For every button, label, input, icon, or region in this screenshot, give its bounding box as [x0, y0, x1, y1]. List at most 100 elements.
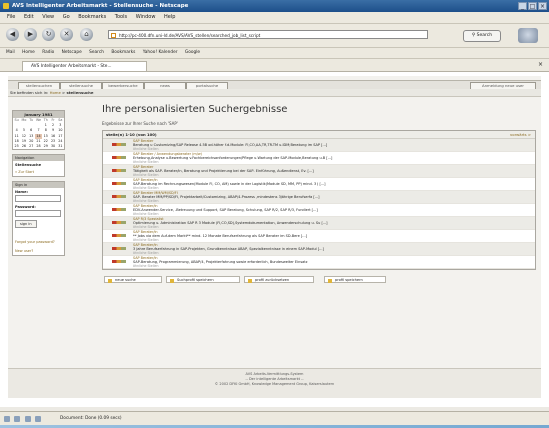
password-input[interactable]	[15, 210, 61, 218]
calendar-day[interactable]: 26	[20, 144, 27, 149]
result-description: Beratung u Customizing/SAP Release 4.5B …	[133, 143, 328, 147]
status-icons	[4, 415, 44, 428]
result-row[interactable]: SAP R/3 Spezialist Optimierung u. Adminis…	[103, 217, 535, 230]
bookmark-netscape[interactable]: Netscape	[62, 48, 82, 58]
home-icon[interactable]: ⌂	[80, 28, 93, 41]
close-tab-icon[interactable]: ×	[538, 61, 543, 68]
netscape-throbber-icon[interactable]	[518, 28, 538, 43]
search-button[interactable]: ⚲ Search	[463, 30, 501, 42]
menu-tools[interactable]: Tools	[115, 12, 127, 23]
menu-window[interactable]: Window	[136, 12, 156, 23]
bookmarks-toolbar: Mail Home Radio Netscape Search Bookmark…	[0, 48, 549, 59]
result-description: Tätigkeit als SAP- Berater/in, Beratung …	[133, 169, 314, 173]
stop-icon[interactable]: ✕	[60, 28, 73, 41]
save-profile-button[interactable]: profil speichern	[324, 276, 386, 283]
new-search-button[interactable]: neue suche	[104, 276, 162, 283]
similar-jobs-link[interactable]: ähnliche Stellen	[133, 160, 159, 164]
arrow-icon	[170, 278, 174, 283]
menu-view[interactable]: View	[42, 12, 54, 23]
menu-go[interactable]: Go	[63, 12, 70, 23]
menu-help[interactable]: Help	[164, 12, 175, 23]
minimize-button[interactable]: _	[518, 2, 527, 10]
similar-jobs-link[interactable]: ähnliche Stellen	[133, 147, 159, 151]
nav-stellensuche[interactable]: Stellensuche	[15, 163, 62, 167]
name-label: Name:	[15, 190, 29, 195]
bookmark-google[interactable]: Google	[185, 48, 200, 58]
calendar-day[interactable]: 29	[42, 144, 49, 149]
page-footer: AVS Arbeits-Vermittlungs-System -- Der i…	[8, 368, 541, 398]
calendar-day[interactable]: 30	[49, 144, 56, 149]
calendar-day[interactable]: 28	[35, 144, 42, 149]
forgot-password-link[interactable]: Forgot your password?	[15, 240, 62, 244]
bookmark-radio[interactable]: Radio	[42, 48, 54, 58]
relevance-bar-icon	[112, 221, 126, 224]
result-description: Erhebung,Analyse u.Bewertung v.Fachberei…	[133, 156, 333, 160]
bookmark-mail[interactable]: Mail	[6, 48, 15, 58]
result-row[interactable]: SAP Berater Tätigkeit als SAP- Berater/in…	[103, 165, 535, 178]
browser-tab[interactable]: AVS Intelligenter Arbeitsmarkt - Ste...	[22, 61, 147, 71]
similar-jobs-link[interactable]: ähnliche Stellen	[133, 186, 159, 190]
calendar-day[interactable]: 27	[28, 144, 35, 149]
result-description: EDV-Anwender-Service, -Betreuung und Sup…	[133, 208, 318, 212]
similar-jobs-link[interactable]: ähnliche Stellen	[133, 173, 159, 177]
back-icon[interactable]: ◀	[6, 28, 19, 41]
name-input[interactable]	[15, 195, 61, 203]
results-panel: stelle(n) 1-10 (von 100) vorwärts > SAP …	[102, 130, 536, 270]
menu-edit[interactable]: Edit	[24, 12, 34, 23]
relevance-bar-icon	[112, 234, 126, 237]
results-list: SAP Berater Beratung u Customizing/SAP Re…	[103, 139, 535, 269]
relevance-bar-icon	[112, 247, 126, 250]
similar-jobs-link[interactable]: ähnliche Stellen	[133, 238, 159, 242]
bookmark-search[interactable]: Search	[89, 48, 104, 58]
menu-file[interactable]: File	[7, 12, 15, 23]
menu-bar: File Edit View Go Bookmarks Tools Window…	[0, 12, 549, 24]
relevance-bar-icon	[112, 260, 126, 263]
sign-in-button[interactable]: sign in	[15, 220, 37, 229]
forward-icon[interactable]: ▶	[24, 28, 37, 41]
composer-status-icon[interactable]	[14, 416, 21, 422]
calendar-title: January 1981	[13, 111, 64, 118]
maximize-button[interactable]: □	[528, 2, 537, 10]
url-field[interactable]: http://pc-400.dfn.uni-ld.de/AVS/AVS_stel…	[108, 30, 428, 39]
reload-icon[interactable]: ↻	[42, 28, 55, 41]
result-row[interactable]: SAP Berater/in ** Jobs via dem Auf-dem Ma…	[103, 230, 535, 243]
similar-jobs-link[interactable]: ähnliche Stellen	[133, 212, 159, 216]
results-header: stelle(n) 1-10 (von 100) vorwärts >	[103, 131, 535, 139]
navigation-toolbar: ◀ ▶ ↻ ✕ ⌂ http://pc-400.dfn.uni-ld.de/AV…	[0, 24, 549, 48]
footer-line-3: © 2002 DFKI GmbH, Knowledge Management G…	[214, 382, 335, 386]
result-row[interactable]: SAP Berater/in EDV-Anwender-Service, -Bet…	[103, 204, 535, 217]
breadcrumb: Sie befinden sich in: Home > stellensuch…	[8, 89, 541, 97]
edit-profile-button[interactable]: Suchprofil speichern	[166, 276, 240, 283]
result-description: SAP- Berater MM/PP/SD/FI, Projektarbeit/…	[133, 195, 320, 199]
page-viewport: stellensuchen stellensuche bewerbersuche…	[0, 72, 549, 407]
nav-back-link[interactable]: « Zur Start	[15, 170, 62, 174]
result-row[interactable]: SAP Berater Beratung u Customizing/SAP Re…	[103, 139, 535, 152]
similar-jobs-link[interactable]: ähnliche Stellen	[133, 251, 159, 255]
calendar-day[interactable]: 31	[57, 144, 64, 149]
bookmark-home[interactable]: Home	[22, 48, 35, 58]
result-row[interactable]: SAP Berater MM/WM/SD/FI SAP- Berater MM/P…	[103, 191, 535, 204]
result-description: SAP-Beratung im Rechnungswesen(Module FI…	[133, 182, 326, 186]
bookmark-yahoo-kalender[interactable]: Yahoo! Kalender	[143, 48, 178, 58]
breadcrumb-home[interactable]: Home	[50, 90, 61, 95]
reset-profile-button[interactable]: profil zurücksetzen	[244, 276, 314, 283]
calendar-day[interactable]: 25	[13, 144, 20, 149]
menu-bookmarks[interactable]: Bookmarks	[78, 12, 106, 23]
address-status-icon[interactable]	[35, 416, 42, 422]
main-content: Ihre personalisierten Suchergebnisse Erg…	[102, 104, 536, 284]
mail-status-icon[interactable]	[4, 416, 10, 422]
result-row[interactable]: SAP Berater/in 3 Jahre Berufserfahrung in…	[103, 243, 535, 256]
similar-jobs-link[interactable]: ähnliche Stellen	[133, 264, 159, 268]
bookmark-bookmarks[interactable]: Bookmarks	[111, 48, 135, 58]
close-button[interactable]: ×	[538, 2, 547, 10]
chat-status-icon[interactable]	[24, 416, 31, 422]
result-row[interactable]: SAP Berater/in SAP-Beratung, Programmieru…	[103, 256, 535, 269]
result-row[interactable]: SAP Berater / Anwendungsberater (m/w) Erh…	[103, 152, 535, 165]
new-user-link[interactable]: New user?	[15, 249, 62, 253]
similar-jobs-link[interactable]: ähnliche Stellen	[133, 225, 159, 229]
similar-jobs-link[interactable]: ähnliche Stellen	[133, 199, 159, 203]
browser-window: AVS Intelligenter Arbeitsmarkt - Stellen…	[0, 0, 549, 425]
result-row[interactable]: SAP Berater/in SAP-Beratung im Rechnungsw…	[103, 178, 535, 191]
sidebar: January 1981 Su Mo Tu We Th Fr Sa 1 2 3 4 5 6 7 8 9 10 11…	[12, 110, 65, 257]
next-page-link[interactable]: vorwärts >	[510, 131, 531, 138]
